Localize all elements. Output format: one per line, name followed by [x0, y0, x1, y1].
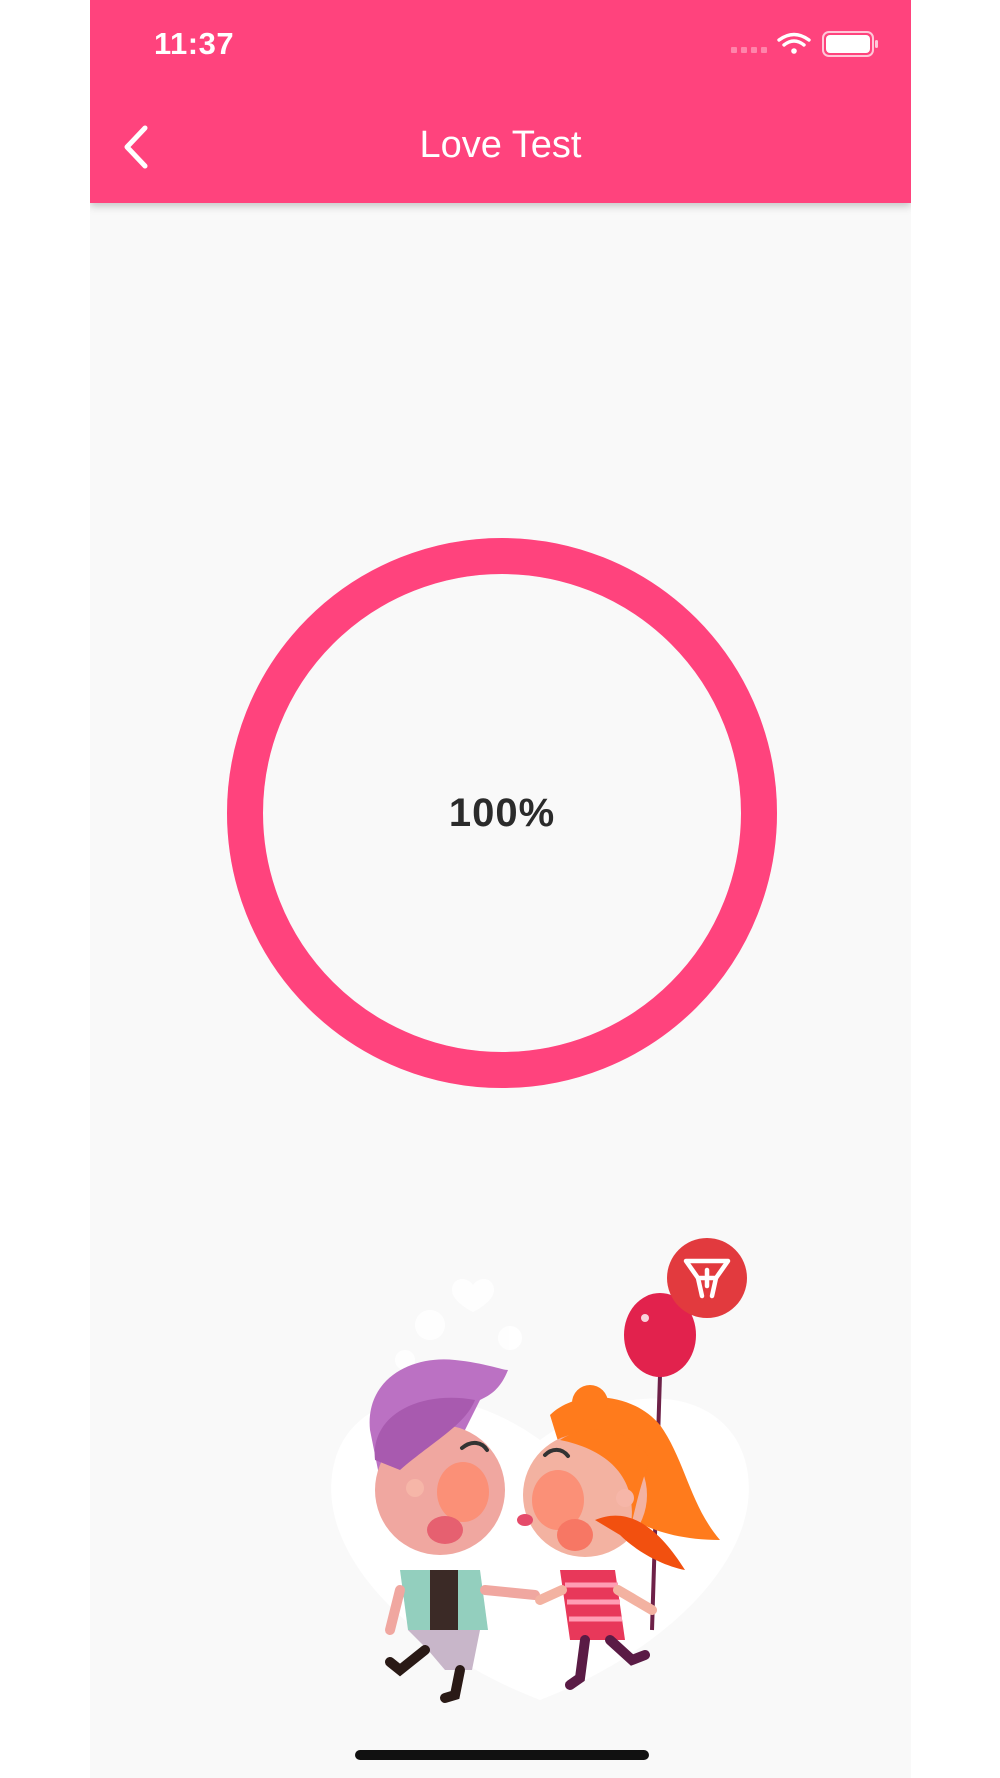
page-title: Love Test	[419, 124, 582, 166]
status-time: 11:37	[154, 26, 235, 61]
logo-icon	[683, 1258, 731, 1299]
battery-icon	[822, 31, 878, 57]
result-ring: 100%	[227, 538, 777, 1088]
result-percent: 100%	[448, 790, 556, 835]
status-icons	[731, 30, 881, 60]
wifi-icon	[777, 32, 811, 54]
couple-illustration	[331, 1278, 749, 1703]
cellular-signal-icon	[731, 47, 767, 53]
brand-logo-badge	[667, 1238, 747, 1318]
phone-screen: 11:37 Love Test 100%	[90, 0, 911, 1778]
app-bar: 11:37 Love Test	[90, 0, 911, 203]
home-indicator[interactable]	[355, 1750, 649, 1760]
